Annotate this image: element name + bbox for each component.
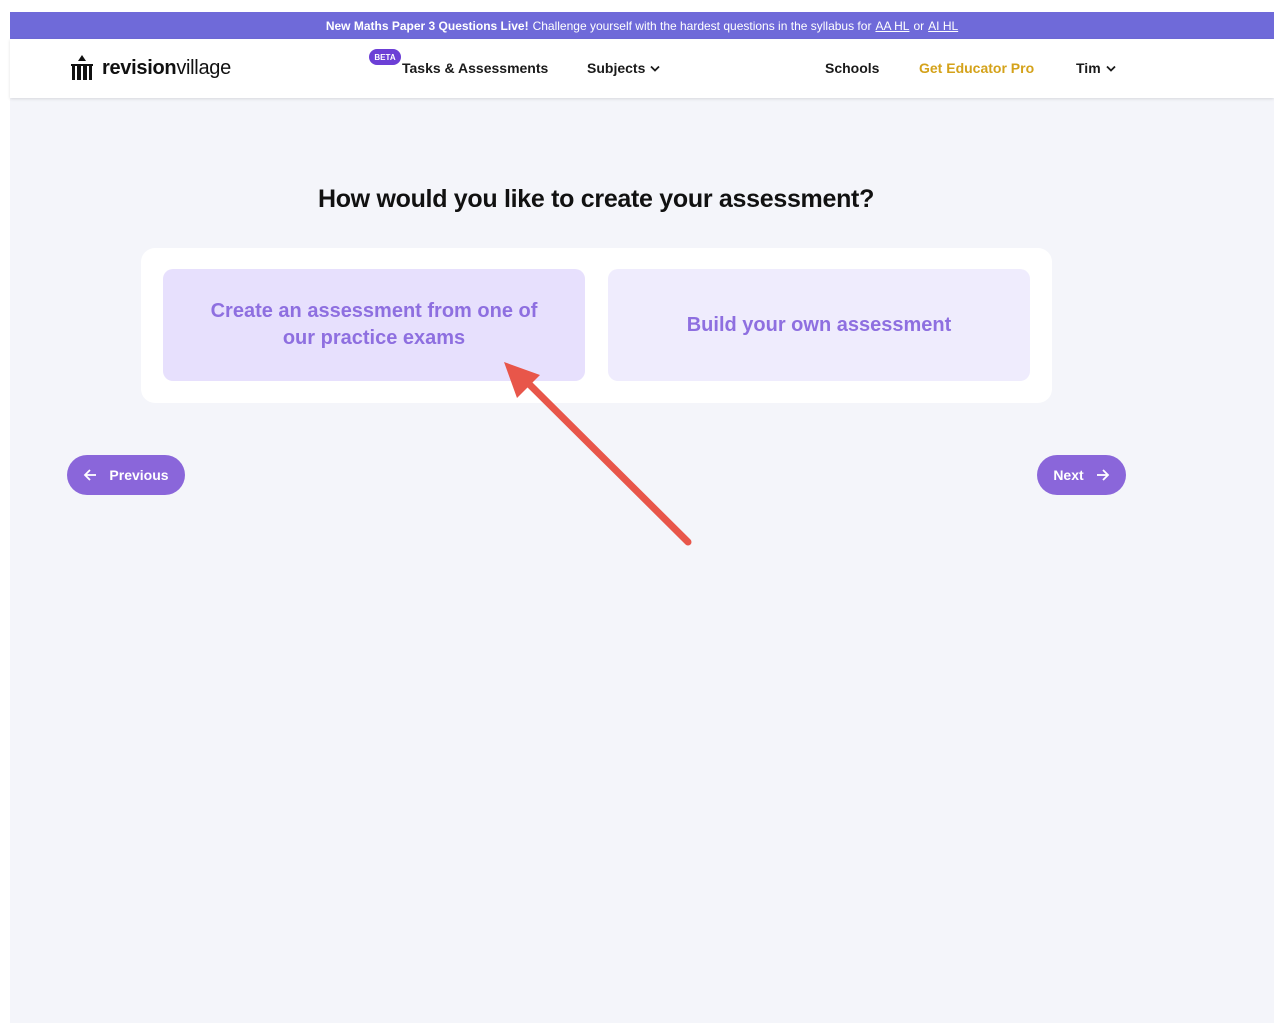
banner-link-ai-hl[interactable]: AI HL (928, 19, 958, 33)
page: New Maths Paper 3 Questions Live! Challe… (10, 12, 1274, 1023)
nav-schools[interactable]: Schools (825, 60, 879, 76)
nav-subjects-label: Subjects (587, 60, 646, 76)
user-name: Tim (1076, 60, 1101, 76)
chevron-down-icon (650, 65, 660, 72)
nav-subjects-dropdown[interactable]: Subjects (587, 60, 660, 76)
logo-text: revisionvillage (102, 57, 231, 80)
banner-link-aa-hl[interactable]: AA HL (875, 19, 909, 33)
nav-tasks-label: Tasks & Assessments (402, 60, 549, 76)
previous-button-label: Previous (109, 467, 169, 483)
nav-educator-label: Get Educator Pro (919, 60, 1035, 76)
option-practice-exam-label: Create an assessment from one of our pra… (210, 300, 538, 349)
banner-or-text: or (913, 18, 925, 33)
user-menu-dropdown[interactable]: Tim (1076, 60, 1116, 76)
announcement-banner: New Maths Paper 3 Questions Live! Challe… (10, 12, 1274, 39)
logo-text-regular: village (176, 56, 231, 79)
arrow-left-icon (84, 469, 97, 481)
navbar: revisionvillage BETA Tasks & Assessments… (10, 39, 1274, 98)
nav-tasks-assessments[interactable]: Tasks & Assessments (402, 60, 548, 76)
annotation-arrow (504, 362, 692, 546)
arrow-right-icon (1096, 469, 1109, 481)
option-practice-exam[interactable]: Create an assessment from one of our pra… (163, 269, 585, 381)
next-button[interactable]: Next (1037, 455, 1126, 495)
nav-schools-label: Schools (825, 60, 880, 76)
option-build-own-label: Build your own assessment (686, 313, 952, 336)
page-title: How would you like to create your assess… (317, 185, 875, 213)
option-build-own[interactable]: Build your own assessment (608, 269, 1030, 381)
next-button-label: Next (1053, 467, 1084, 483)
logo-text-bold: revision (102, 56, 177, 79)
banner-text: Challenge yourself with the hardest ques… (532, 18, 872, 33)
beta-badge: BETA (369, 49, 401, 65)
logo-icon (71, 55, 93, 80)
chevron-down-icon (1106, 65, 1116, 72)
logo[interactable]: revisionvillage (71, 53, 231, 83)
assessment-options-panel: Create an assessment from one of our pra… (141, 248, 1052, 403)
previous-button[interactable]: Previous (67, 455, 185, 495)
nav-get-educator-pro[interactable]: Get Educator Pro (919, 60, 1034, 76)
banner-bold-text: New Maths Paper 3 Questions Live! (325, 18, 529, 33)
